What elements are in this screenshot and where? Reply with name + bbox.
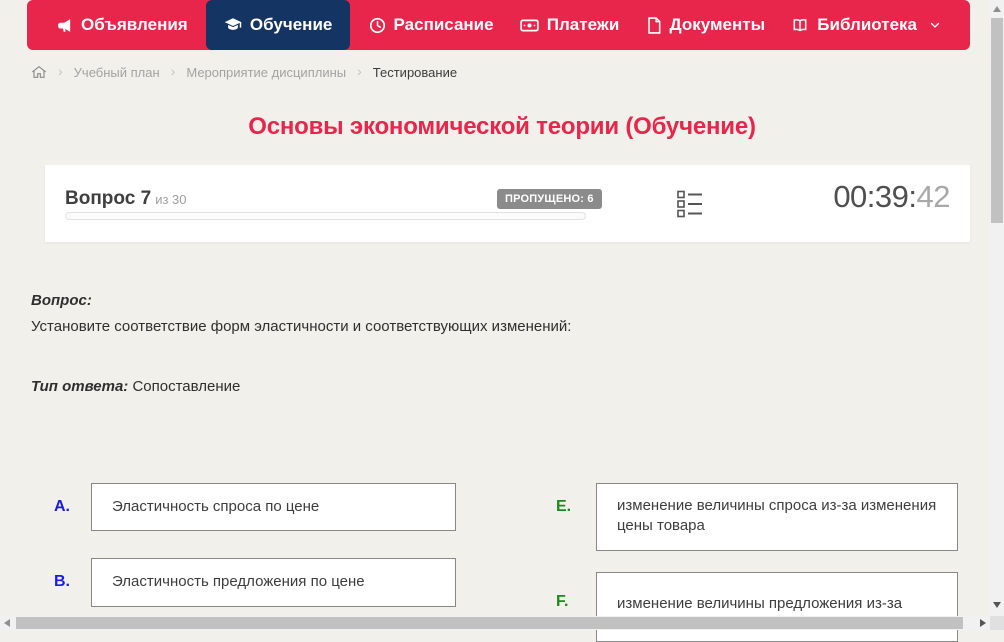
skipped-badge: ПРОПУЩЕНО: 6 <box>497 189 602 209</box>
nav-item-label: Библиотека <box>817 15 917 35</box>
nav-item-label: Объявления <box>81 15 188 35</box>
timer-minutes: 00:39: <box>833 179 916 214</box>
answer-type: Тип ответа: Сопоставление <box>31 378 240 395</box>
home-icon[interactable] <box>31 64 47 80</box>
clock-icon <box>369 17 386 34</box>
nav-item-payments[interactable]: Платежи <box>512 0 628 50</box>
document-icon <box>646 17 662 34</box>
nav-item-library[interactable]: Библиотека <box>783 0 949 50</box>
timer-seconds: 42 <box>917 179 950 214</box>
horizontal-scrollbar-thumb[interactable] <box>16 617 963 629</box>
chevron-down-icon <box>929 19 941 31</box>
match-letter-b: B. <box>54 573 70 591</box>
match-letter-f: F. <box>556 593 568 611</box>
chevron-right-icon: › <box>357 64 362 78</box>
nav-item-label: Обучение <box>250 15 332 35</box>
chevron-right-icon: › <box>171 64 176 78</box>
nav-item-learning[interactable]: Обучение <box>206 0 350 50</box>
scroll-right-arrow-icon[interactable] <box>980 619 986 627</box>
progress-bar <box>65 212 586 220</box>
match-option-a[interactable]: Эластичность спроса по цене <box>91 483 456 531</box>
question-number-label: Вопрос 7 <box>65 188 151 209</box>
breadcrumb-item-discipline-event[interactable]: Мероприятие дисциплины <box>186 65 346 80</box>
breadcrumb-item-study-plan[interactable]: Учебный план <box>74 65 160 80</box>
breadcrumb-item-testing: Тестирование <box>373 65 457 80</box>
book-icon <box>791 17 809 34</box>
scroll-left-arrow-icon[interactable] <box>4 619 10 627</box>
match-letter-e: E. <box>556 498 571 516</box>
question-prompt-text: Установите соответствие форм эластичност… <box>31 318 571 335</box>
nav-item-announcements[interactable]: Объявления <box>48 0 196 50</box>
scroll-down-arrow-icon[interactable] <box>993 602 1001 608</box>
top-navigation: Объявления Обучение Расписание Платежи Д… <box>27 0 970 50</box>
answer-type-label: Тип ответа: <box>31 378 128 395</box>
question-panel: Вопрос 7 из 30 ПРОПУЩЕНО: 6 00:39:42 <box>45 165 970 242</box>
question-number: Вопрос 7 из 30 <box>65 188 186 210</box>
question-prompt-label: Вопрос: <box>31 292 92 309</box>
timer: 00:39:42 <box>833 179 950 215</box>
answer-type-value: Сопоставление <box>132 378 240 395</box>
match-option-f[interactable]: изменение величины предложения из-за <box>596 572 958 642</box>
nav-item-schedule[interactable]: Расписание <box>361 0 502 50</box>
question-counter: из 30 <box>155 192 186 207</box>
banknote-icon <box>520 17 539 34</box>
megaphone-icon <box>56 17 73 34</box>
scrollbar-corner <box>990 616 1004 630</box>
nav-item-label: Документы <box>670 15 766 35</box>
vertical-scrollbar[interactable] <box>990 0 1004 616</box>
match-option-b[interactable]: Эластичность предложения по цене <box>91 558 456 607</box>
match-letter-a: A. <box>54 498 70 516</box>
chevron-right-icon: › <box>58 64 63 78</box>
scroll-up-arrow-icon[interactable] <box>993 6 1001 12</box>
vertical-scrollbar-thumb[interactable] <box>991 18 1003 223</box>
breadcrumb: › Учебный план › Мероприятие дисциплины … <box>31 62 457 82</box>
nav-item-label: Расписание <box>394 15 494 35</box>
page-title: Основы экономической теории (Обучение) <box>0 113 1004 141</box>
nav-item-documents[interactable]: Документы <box>638 0 774 50</box>
match-option-e[interactable]: изменение величины спроса из-за изменени… <box>596 483 958 551</box>
question-list-icon[interactable] <box>677 190 702 224</box>
horizontal-scrollbar[interactable] <box>0 616 990 630</box>
nav-item-label: Платежи <box>547 15 620 35</box>
graduation-cap-icon <box>224 16 242 34</box>
